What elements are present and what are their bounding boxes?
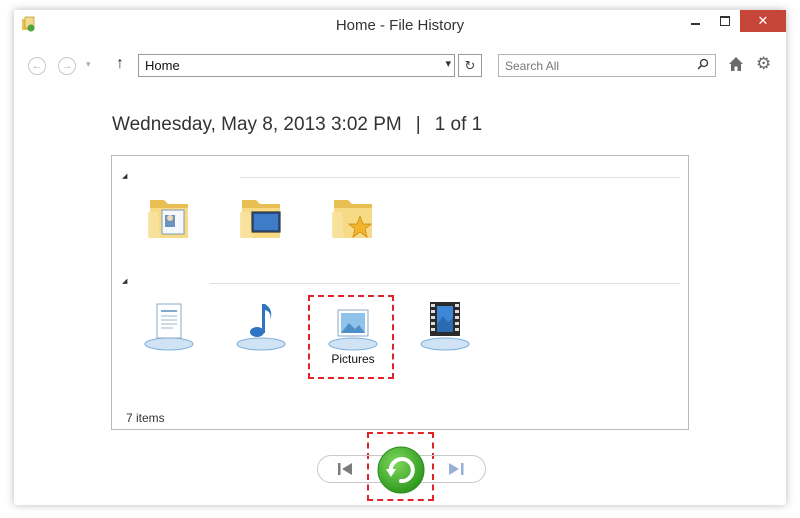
heading-separator: | xyxy=(415,114,421,135)
music-library[interactable] xyxy=(224,296,298,366)
backup-date-heading: Wednesday, May 8, 2013 3:02 PM | 1 of 1 xyxy=(112,114,482,136)
videos-library[interactable] xyxy=(408,296,482,366)
folders-group-collapse-icon[interactable]: ◢ xyxy=(122,172,127,180)
search-input[interactable]: Search All xyxy=(498,54,716,77)
title-bar: Home - File History ✕ xyxy=(14,10,786,40)
back-arrow-icon: ← xyxy=(31,60,43,72)
desktop-folder-icon xyxy=(240,200,281,238)
address-value: Home xyxy=(145,58,180,73)
refresh-icon: ↻ xyxy=(464,57,476,73)
minimize-icon xyxy=(690,23,700,25)
recent-locations-dropdown[interactable]: ▾ xyxy=(86,59,91,70)
previous-version-button[interactable] xyxy=(336,460,356,478)
address-dropdown-icon[interactable]: ▾ xyxy=(445,57,451,70)
music-library-icon xyxy=(236,304,286,351)
chevron-down-icon: ▾ xyxy=(86,59,91,69)
home-icon[interactable] xyxy=(728,56,744,72)
search-placeholder: Search All xyxy=(505,59,560,73)
backup-date: Wednesday, May 8, 2013 3:02 PM xyxy=(112,114,402,135)
backup-position: 1 of 1 xyxy=(434,114,483,135)
next-version-button[interactable] xyxy=(446,460,466,478)
forward-arrow-icon: → xyxy=(61,60,73,72)
close-button[interactable]: ✕ xyxy=(740,10,786,32)
maximize-button[interactable] xyxy=(712,10,738,32)
libraries-group-collapse-icon[interactable]: ◢ xyxy=(122,277,127,285)
pictures-highlight-box xyxy=(308,295,394,379)
backup-contents-panel: ◢ ◢ Pictures 7 items xyxy=(111,155,689,430)
back-button[interactable]: ← xyxy=(28,57,46,75)
restore-button[interactable] xyxy=(376,445,426,495)
close-icon: ✕ xyxy=(757,13,769,28)
group-divider xyxy=(210,283,680,284)
window-title: Home - File History xyxy=(335,17,465,34)
refresh-button[interactable]: ↻ xyxy=(458,54,482,77)
maximize-icon xyxy=(720,16,730,26)
videos-library-icon xyxy=(420,302,470,351)
documents-library[interactable] xyxy=(132,296,206,366)
favorites-folder[interactable] xyxy=(316,188,390,258)
desktop-folder[interactable] xyxy=(224,188,298,258)
gear-icon[interactable]: ⚙ xyxy=(756,55,771,73)
documents-library-icon xyxy=(144,303,194,351)
forward-button[interactable]: → xyxy=(58,57,76,75)
contacts-folder-icon xyxy=(148,200,188,238)
up-button[interactable]: ↑ xyxy=(116,55,124,73)
file-history-window: Home - File History ✕ ← → ▾ ↑ Home ▾ ↻ S… xyxy=(14,10,786,505)
contacts-folder[interactable] xyxy=(132,188,206,258)
item-count: 7 items xyxy=(126,411,165,425)
search-icon[interactable] xyxy=(697,58,709,70)
minimize-button[interactable] xyxy=(682,10,708,32)
favorites-folder-icon xyxy=(332,200,373,238)
up-arrow-icon: ↑ xyxy=(116,55,124,72)
address-bar[interactable]: Home ▾ xyxy=(138,54,455,77)
group-divider xyxy=(240,177,680,178)
